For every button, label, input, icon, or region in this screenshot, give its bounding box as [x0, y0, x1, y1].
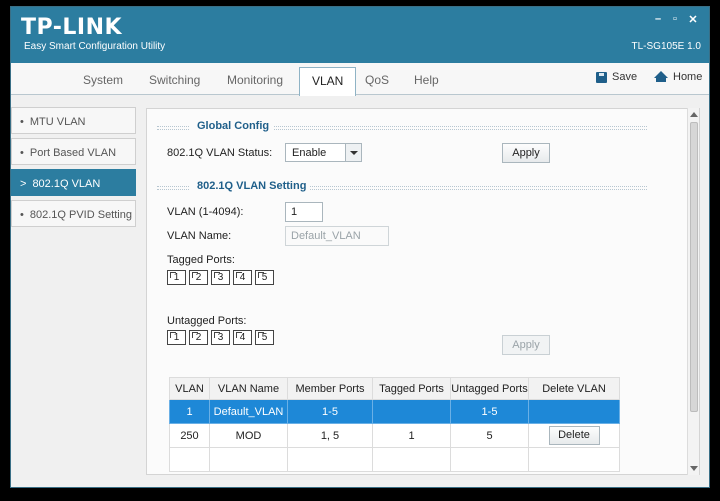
table-row[interactable]: 1 Default_VLAN 1-5 1-5: [169, 399, 620, 424]
brand-logo: TP-LINK: [21, 15, 123, 40]
vlan-id-cell: 250: [169, 423, 210, 448]
bullet-icon: •: [20, 116, 24, 128]
vlan-name-label: VLAN Name:: [167, 230, 232, 242]
tab-help[interactable]: Help: [414, 73, 439, 87]
tagged-port-5[interactable]: 5: [255, 270, 274, 285]
untagged-port-4[interactable]: 4: [233, 330, 252, 345]
sidebar-item-mtu-vlan[interactable]: • MTU VLAN: [11, 107, 136, 134]
untagged-ports-cell: 5: [450, 423, 529, 448]
member-ports-cell: 1-5: [287, 399, 373, 424]
vlan-id-label: VLAN (1-4094):: [167, 206, 244, 218]
member-ports-cell: 1, 5: [287, 423, 373, 448]
tagged-port-4[interactable]: 4: [233, 270, 252, 285]
vlan-status-label: 802.1Q VLAN Status:: [167, 147, 273, 159]
tagged-ports-cell: 1: [372, 423, 451, 448]
sidebar-item-label: Port Based VLAN: [29, 147, 117, 159]
tagged-port-1[interactable]: 1: [167, 270, 186, 285]
sidebar-item-port-based-vlan[interactable]: • Port Based VLAN: [11, 138, 136, 165]
vlan-id-cell: 1: [169, 399, 210, 424]
column-header: Tagged Ports: [372, 377, 451, 400]
tab-switching[interactable]: Switching: [149, 73, 200, 87]
content-panel: Global Config 802.1Q VLAN Status: Enable…: [146, 108, 700, 475]
tab-system[interactable]: System: [83, 73, 123, 87]
global-config-header: Global Config: [157, 120, 647, 134]
vlan-setting-header: 802.1Q VLAN Setting: [157, 180, 647, 194]
table-row: [169, 447, 620, 472]
sidebar-item-label: 802.1Q VLAN: [32, 178, 101, 190]
tagged-ports-label: Tagged Ports:: [167, 254, 235, 266]
column-header: Member Ports: [287, 377, 373, 400]
section-title: Global Config: [193, 120, 274, 132]
column-header: Untagged Ports: [450, 377, 529, 400]
device-model: TL-SG105E 1.0: [631, 41, 701, 52]
table-header-row: VLAN VLAN Name Member Ports Tagged Ports…: [169, 377, 620, 400]
tab-vlan[interactable]: VLAN: [299, 67, 357, 96]
global-apply-button[interactable]: Apply: [502, 143, 550, 163]
bullet-icon: •: [20, 209, 24, 221]
save-button[interactable]: Save: [596, 71, 637, 83]
vlan-name-cell: Default_VLAN: [209, 399, 288, 424]
save-icon: [596, 71, 607, 83]
app-window: TP-LINK Easy Smart Configuration Utility…: [10, 6, 710, 488]
tagged-ports-cell: [372, 399, 451, 424]
close-icon[interactable]: ✕: [686, 13, 700, 26]
vlan-name-cell: MOD: [209, 423, 288, 448]
tagged-port-3[interactable]: 3: [211, 270, 230, 285]
column-header: Delete VLAN: [528, 377, 620, 400]
column-header: VLAN: [169, 377, 210, 400]
home-button[interactable]: Home: [654, 70, 703, 83]
scroll-down-icon[interactable]: [690, 466, 698, 471]
save-label: Save: [612, 71, 638, 83]
minimize-icon[interactable]: –: [651, 13, 665, 25]
app-subtitle: Easy Smart Configuration Utility: [24, 41, 166, 52]
sidebar-item-label: 802.1Q PVID Setting: [29, 209, 132, 221]
vertical-scrollbar[interactable]: [687, 108, 699, 475]
scroll-up-icon[interactable]: [690, 112, 698, 117]
title-bar: TP-LINK Easy Smart Configuration Utility…: [11, 7, 709, 63]
delete-cell: Delete: [528, 423, 620, 448]
scroll-thumb[interactable]: [690, 122, 698, 412]
vlan-apply-button[interactable]: Apply: [502, 335, 550, 355]
untagged-ports-label: Untagged Ports:: [167, 315, 247, 327]
sidebar-item-8021q-vlan[interactable]: >802.1Q VLAN: [11, 169, 136, 196]
home-label: Home: [673, 71, 703, 83]
vlan-table: VLAN VLAN Name Member Ports Tagged Ports…: [169, 377, 620, 472]
section-title: 802.1Q VLAN Setting: [193, 180, 311, 192]
maximize-icon[interactable]: ▫: [668, 13, 682, 25]
vlan-name-input[interactable]: Default_VLAN: [285, 226, 389, 246]
table-row[interactable]: 250 MOD 1, 5 1 5 Delete: [169, 423, 620, 448]
select-value: Enable: [292, 147, 327, 159]
untagged-port-1[interactable]: 1: [167, 330, 186, 345]
chevron-right-icon: >: [20, 178, 27, 190]
sidebar-item-8021q-pvid-setting[interactable]: • 802.1Q PVID Setting: [11, 200, 136, 227]
vlan-id-input[interactable]: 1: [285, 202, 323, 222]
menu-bar: System Switching Monitoring VLAN QoS Hel…: [11, 63, 709, 96]
column-header: VLAN Name: [209, 377, 288, 400]
tagged-ports-group: 1 2 3 4 5: [167, 270, 274, 285]
home-icon: [654, 70, 668, 82]
bullet-icon: •: [20, 147, 24, 159]
delete-vlan-button[interactable]: Delete: [548, 426, 600, 445]
tagged-port-2[interactable]: 2: [189, 270, 208, 285]
chevron-down-icon: [345, 144, 361, 161]
tab-qos[interactable]: QoS: [365, 73, 389, 87]
delete-cell: [528, 399, 620, 424]
untagged-port-5[interactable]: 5: [255, 330, 274, 345]
tab-monitoring[interactable]: Monitoring: [227, 73, 283, 87]
untagged-ports-group: 1 2 3 4 5: [167, 330, 274, 345]
untagged-port-2[interactable]: 2: [189, 330, 208, 345]
vlan-status-select[interactable]: Enable: [285, 143, 362, 162]
sidebar-item-label: MTU VLAN: [29, 116, 86, 128]
untagged-port-3[interactable]: 3: [211, 330, 230, 345]
untagged-ports-cell: 1-5: [450, 399, 529, 424]
